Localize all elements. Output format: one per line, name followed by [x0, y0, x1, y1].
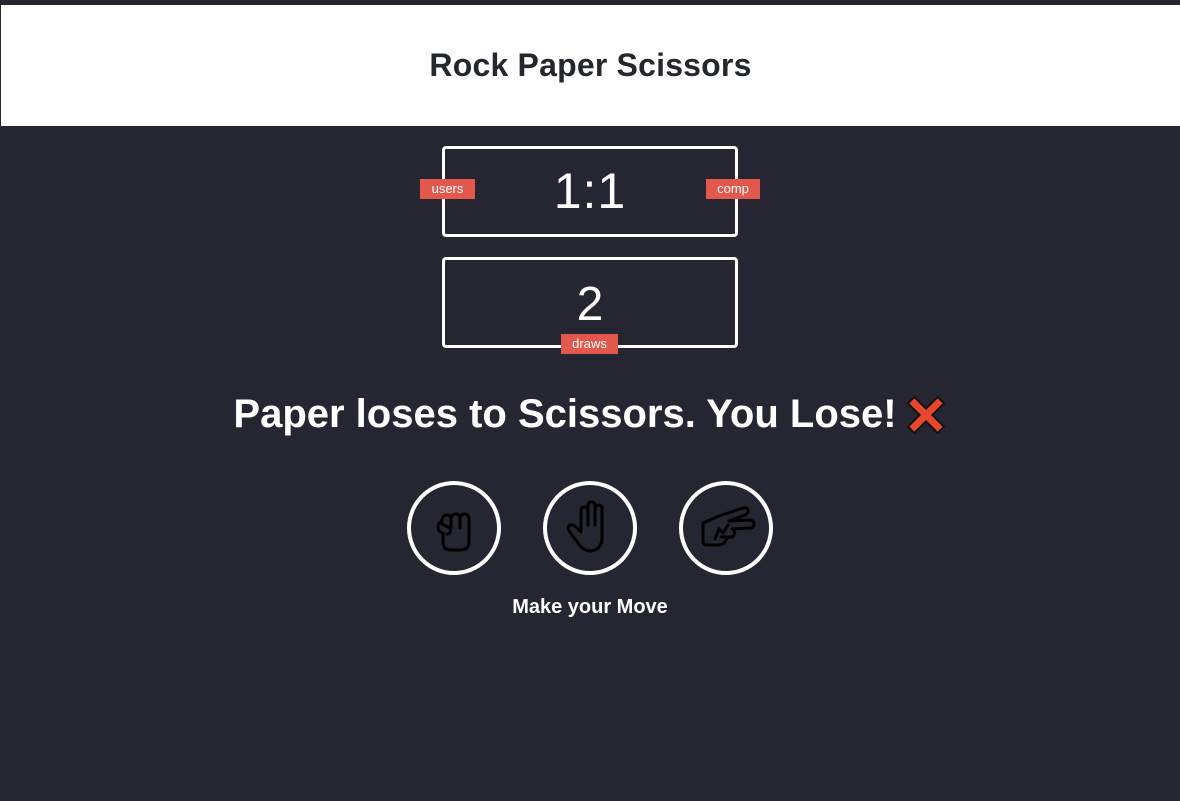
- move-choices: [407, 481, 773, 577]
- draws-badge: draws: [561, 334, 618, 354]
- cross-mark-icon: [906, 395, 945, 434]
- score-value: 1:1: [553, 162, 627, 219]
- user-score-badge: users: [420, 179, 475, 199]
- paper-choice-button[interactable]: [543, 481, 637, 575]
- result-message: Paper loses to Scissors. You Lose!: [233, 392, 897, 436]
- scissors-hand-icon: [701, 506, 756, 547]
- score-board: 1:1: [442, 146, 738, 237]
- comp-score-badge: comp: [706, 179, 760, 199]
- paper-hand-icon: [566, 500, 604, 553]
- rock-hand-icon: [436, 512, 471, 552]
- page-title: Rock Paper Scissors: [429, 47, 752, 83]
- draws-value: 2: [576, 278, 604, 331]
- page-header: Rock Paper Scissors: [1, 5, 1180, 126]
- result-message-row: Paper loses to Scissors. You Lose!: [0, 392, 1180, 437]
- rock-choice-button[interactable]: [407, 481, 501, 575]
- scissors-choice-button[interactable]: [679, 481, 773, 575]
- action-message: Make your Move: [512, 596, 668, 618]
